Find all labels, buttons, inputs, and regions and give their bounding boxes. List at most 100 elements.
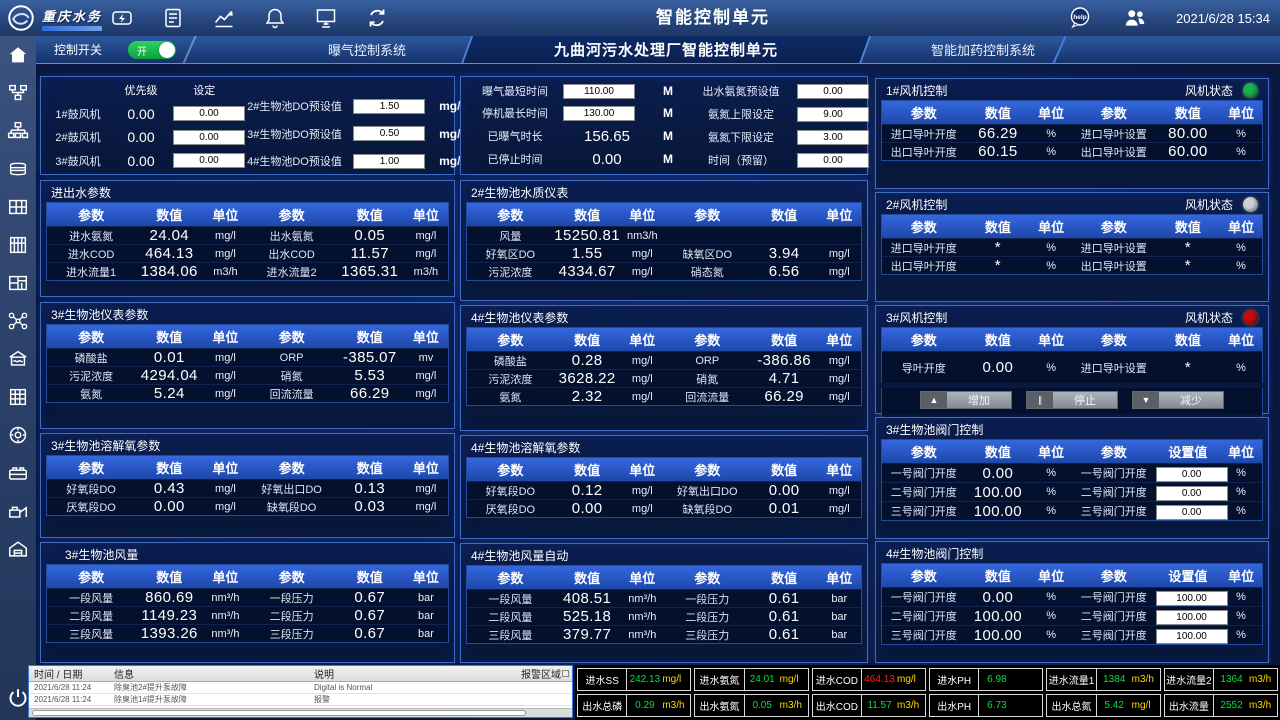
alarm-vscroll[interactable] [562,670,569,677]
increase-button[interactable]: ▲增加 [920,391,1012,409]
param-value: 408.51 [554,590,621,607]
blower-icon[interactable] [7,424,29,446]
param-value: 0.01 [135,349,203,366]
blower-set-input[interactable] [173,130,245,145]
param-label: 厌氧段DO [47,499,135,515]
param-label: ORP [247,352,335,364]
param-label: 进水流量2 [247,264,335,280]
param-unit: mg/l [203,352,247,364]
scrollbar-thumb[interactable] [32,710,526,716]
window-grid-icon[interactable] [7,196,29,218]
column-header: 参数 [1072,442,1156,461]
panel-title: 进出水参数 [51,184,111,201]
aeration-tank-icon[interactable] [7,462,29,484]
trend-chart-icon[interactable] [212,6,236,30]
stop-button[interactable]: ∥停止 [1026,391,1118,409]
clarifier-icon[interactable] [7,158,29,180]
column-header: 单位 [1220,330,1262,349]
monitor-icon[interactable] [314,6,338,30]
process-nodes-icon[interactable] [7,310,29,332]
alarm-hscrollbar[interactable] [29,708,572,717]
building-icon[interactable] [7,234,29,256]
param-unit: mv [404,352,448,364]
panel-title: 4#生物池仪表参数 [471,309,568,326]
param-label: 出口导叶设置 [1072,144,1156,160]
document-icon[interactable] [161,6,185,30]
ammonia-set-input[interactable] [797,84,869,99]
blower-set-input[interactable] [173,153,245,168]
tab-plant-intelligent-control[interactable]: 九曲河污水处理厂智能控制单元 [466,36,866,64]
do-preset-input[interactable] [353,99,425,114]
column-header: 数值 [751,330,818,349]
set-value-input[interactable] [1156,591,1228,606]
param-unit: mg/l [404,230,448,242]
alarm-row[interactable]: 2021/6/28 11:24除臭池1#提升泵故障报警 [29,694,572,706]
blower-set-input[interactable] [173,106,245,121]
pump-station-icon[interactable] [7,348,29,370]
help-icon[interactable]: help [1066,4,1094,32]
bell-icon[interactable] [263,6,287,30]
tab-dosing-control[interactable]: 智能加药控制系统 [898,36,1068,64]
panel-title: 3#生物池仪表参数 [51,306,148,323]
sync-icon[interactable] [365,6,389,30]
grid-table-icon[interactable] [7,386,29,408]
hierarchy-icon[interactable] [7,120,29,142]
column-header: 数值 [966,217,1031,236]
param-value: 0.61 [751,608,818,625]
param-label: 污泥浓度 [467,371,554,387]
sitemap-icon[interactable] [7,82,29,104]
param-value: 66.29 [966,125,1031,142]
set-value-input[interactable] [1156,505,1228,520]
param-value: 0.00 [966,359,1031,376]
alarm-row[interactable]: 2021/6/28 11:24除臭池2#提升泵故障Digital is Norm… [29,682,572,694]
column-header: 单位 [1220,217,1262,236]
users-icon[interactable] [1122,5,1148,31]
ammonia-set-input[interactable] [797,130,869,145]
time-set-input[interactable] [563,106,635,121]
param-value: 1393.26 [135,625,203,642]
pool-layout-icon[interactable] [7,272,29,294]
param-label: 磷酸盐 [467,353,554,369]
tab-aeration-control[interactable]: 曝气控制系统 [274,36,460,64]
do-preset-input[interactable] [353,154,425,169]
down-arrow-icon: ▼ [1133,392,1159,408]
set-value-input[interactable] [1156,629,1228,644]
param-label: 进口导叶开度 [882,240,966,256]
do-preset-input[interactable] [353,126,425,141]
status-value: 0.29 [627,695,662,716]
reserved-time-input[interactable] [797,153,869,168]
param-unit: % [1030,128,1072,140]
do-preset-label: 4#生物池DO预设值 [235,153,353,169]
column-header: 参数 [664,330,751,349]
power-off-icon[interactable] [6,686,30,710]
time-set-input[interactable] [563,84,635,99]
sidebar [0,36,36,720]
control-switch-toggle[interactable]: 开 [128,41,176,59]
set-value-input[interactable] [1156,610,1228,625]
table-row: 磷酸盐0.01mg/lORP-385.07mv [47,348,448,366]
decrease-button[interactable]: ▼减少 [1132,391,1224,409]
set-value-input[interactable] [1156,486,1228,501]
ammonia-set-input[interactable] [797,107,869,122]
status-value: 5.42 [1097,695,1132,716]
param-label: 缺氧段DO [247,499,335,515]
status-value: 2552 [1214,695,1249,716]
status-label: 进水COD [813,669,862,690]
status-cell: 出水总磷0.29m3/h [577,694,691,717]
column-header: 参数 [1072,330,1156,349]
elapsed-value: 156.65 [563,128,651,145]
param-label: 进口导叶设置 [1072,126,1156,142]
dosing-machine-icon[interactable] [7,500,29,522]
param-value: 1.55 [554,245,621,262]
param-value: 66.29 [336,385,404,402]
setting-label: 已曝气时长 [467,128,563,144]
column-header: 参数 [47,567,135,586]
warehouse-icon[interactable] [7,538,29,560]
home-icon[interactable] [7,44,29,66]
status-unit: m3/h [1132,669,1160,690]
set-value-input[interactable] [1156,467,1228,482]
column-header: 设置值 [1156,442,1221,461]
param-label: 一段风量 [467,591,554,607]
column-header: 数值 [336,458,404,477]
power-icon[interactable] [110,6,134,30]
